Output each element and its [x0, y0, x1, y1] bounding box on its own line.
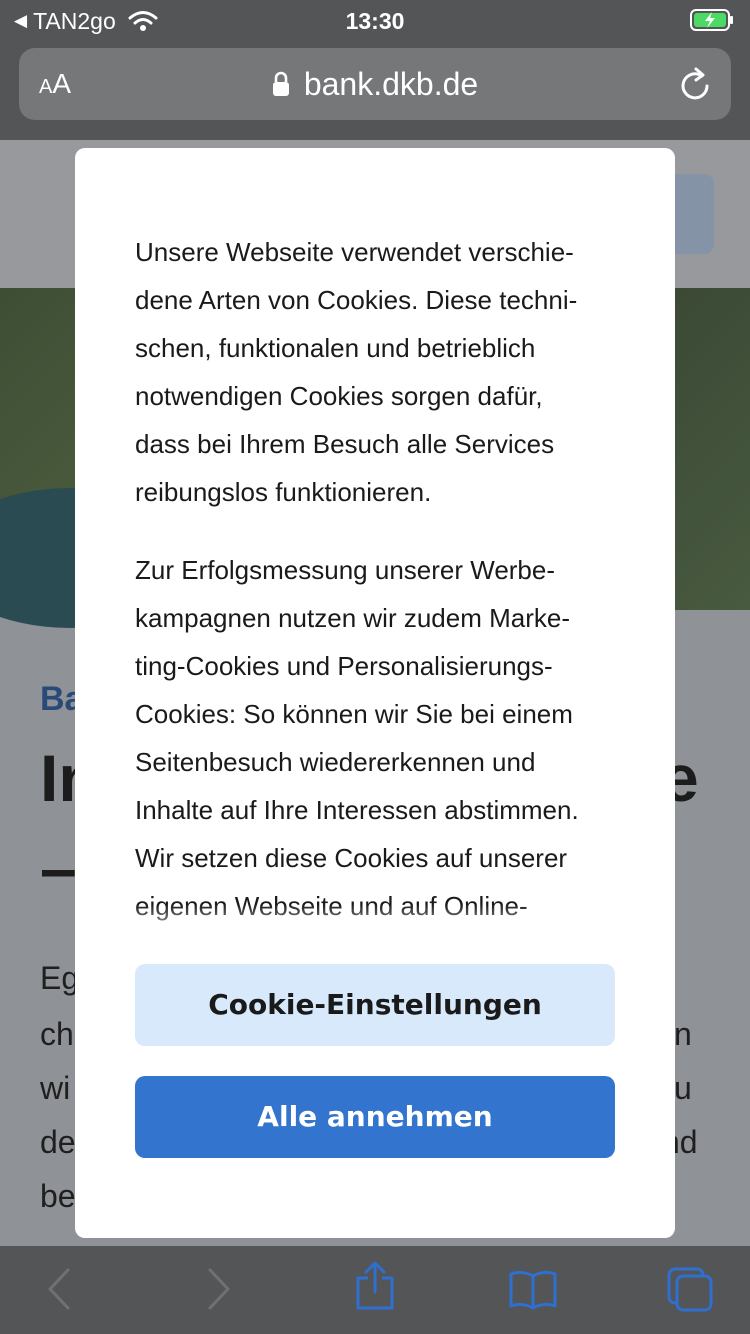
url-text: bank.dkb.de [303, 65, 479, 102]
status-bar: ◀ TAN2go 13:30 [0, 0, 750, 40]
page-text-line: de [40, 1124, 76, 1160]
address-bar[interactable]: AA bank.dkb.de [19, 48, 731, 120]
status-time: 13:30 [345, 8, 405, 34]
tabs-icon[interactable] [666, 1266, 714, 1312]
cookie-paragraph: Unsere Webseite verwendet verschie-dene … [135, 237, 578, 507]
forward-arrow-icon[interactable] [204, 1266, 234, 1312]
share-icon[interactable] [354, 1260, 396, 1312]
reload-icon[interactable] [679, 66, 713, 102]
battery-charging-icon [690, 9, 733, 31]
page-text-line: Eg [40, 960, 80, 996]
scroll-fade [135, 904, 625, 944]
cookie-settings-button[interactable]: Cookie-Einstellungen [135, 964, 615, 1046]
page-text-line: wi [40, 1070, 71, 1106]
page-text-line-right: u [674, 1070, 692, 1106]
cookie-consent-text[interactable]: Unsere Webseite verwendet verschie-dene … [135, 228, 625, 944]
cookie-paragraph: Zur Erfolgsmessung unserer Werbe-kampagn… [135, 555, 579, 921]
cookie-consent-dialog: Unsere Webseite verwendet verschie-dene … [75, 148, 675, 1238]
browser-address-area: AA bank.dkb.de [0, 40, 750, 140]
accept-all-button[interactable]: Alle annehmen [135, 1076, 615, 1158]
page-text-line: ch [40, 1016, 74, 1052]
back-arrow-icon[interactable] [44, 1266, 74, 1312]
bookmarks-icon[interactable] [508, 1268, 558, 1310]
url-display[interactable]: bank.dkb.de [19, 48, 731, 120]
page-text-line-right: n [674, 1016, 692, 1052]
page-heading-line2: – [40, 831, 77, 905]
lock-icon [272, 71, 289, 96]
page-text-line: be [40, 1178, 76, 1214]
browser-toolbar [0, 1246, 750, 1334]
